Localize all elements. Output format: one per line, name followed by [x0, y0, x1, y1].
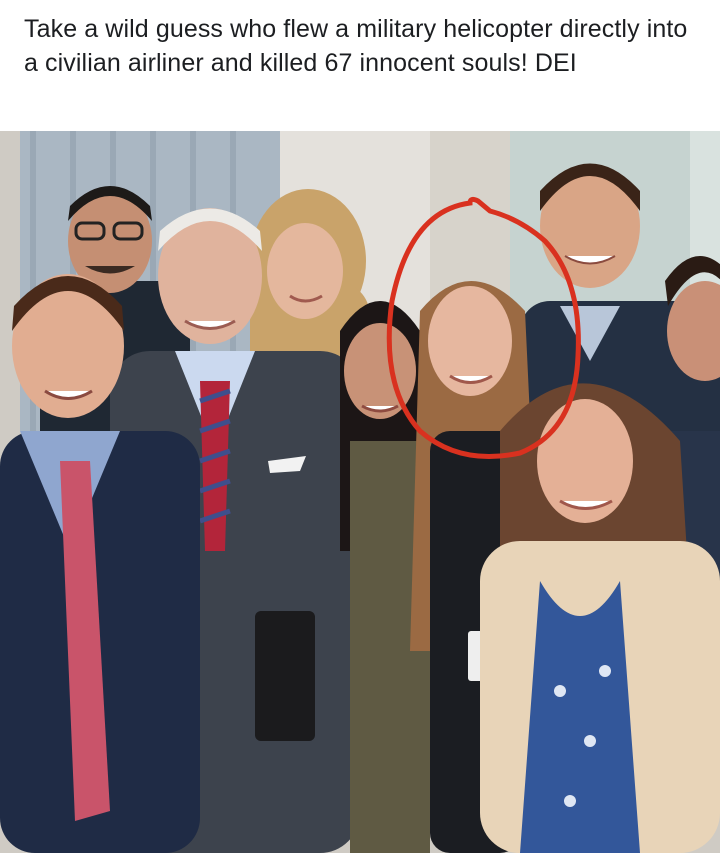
social-post: Take a wild guess who flew a military he…	[0, 0, 720, 856]
post-photo[interactable]	[0, 131, 720, 853]
group-photo-illustration	[0, 131, 720, 853]
post-caption: Take a wild guess who flew a military he…	[24, 15, 688, 77]
